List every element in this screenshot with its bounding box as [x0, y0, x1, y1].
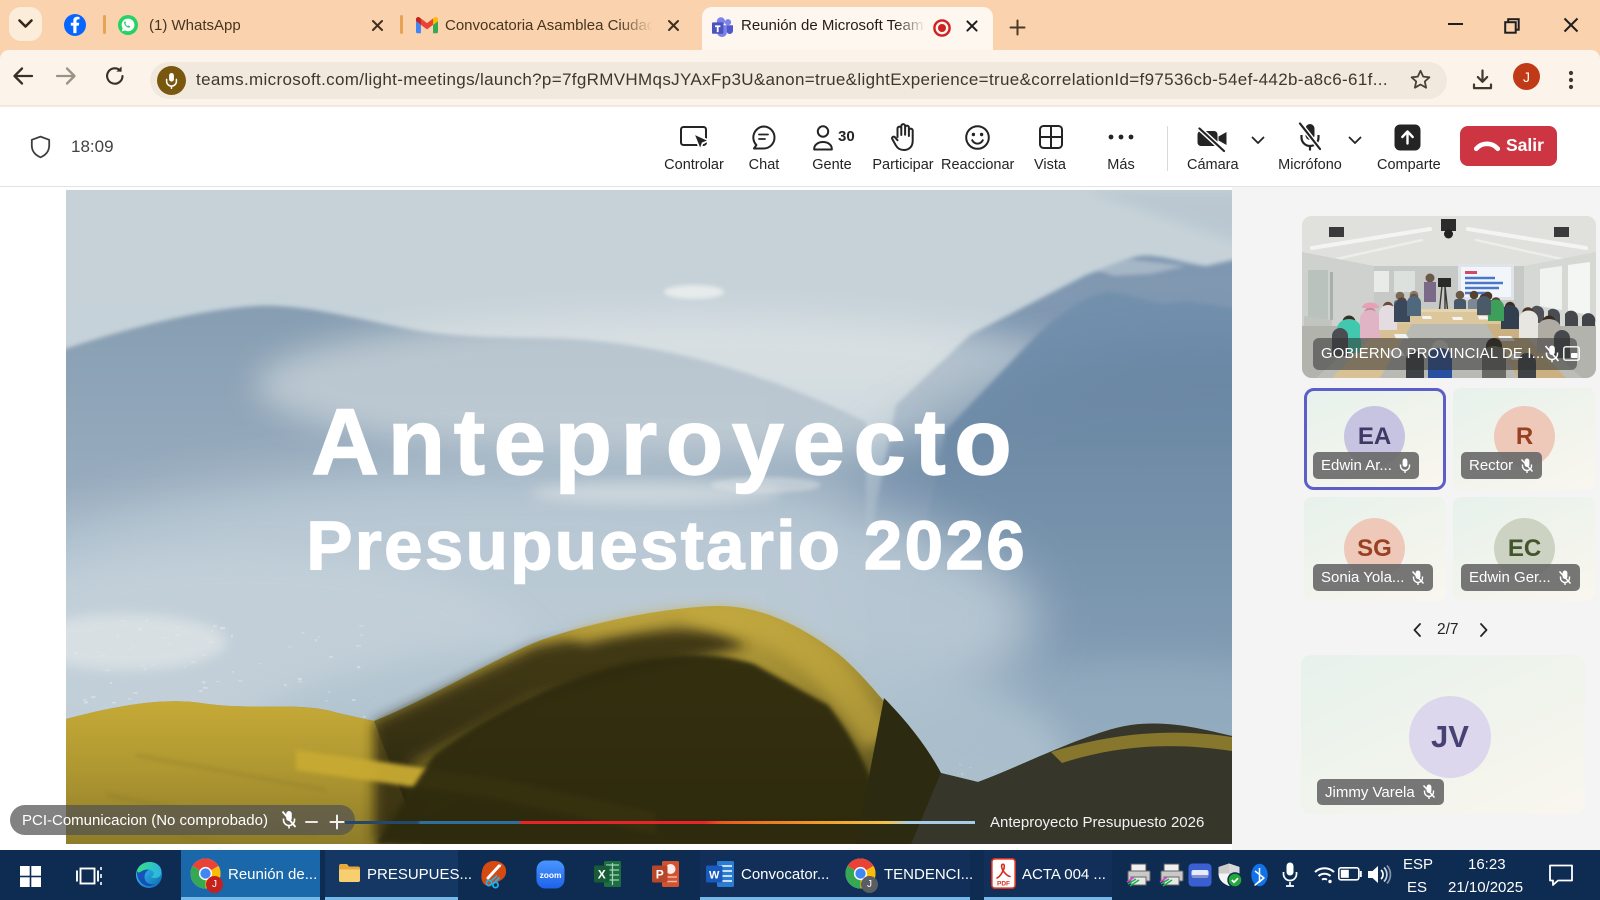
svg-text:W: W [709, 869, 720, 881]
svg-text:PDF: PDF [997, 881, 1010, 888]
svg-text:zoom: zoom [540, 870, 562, 880]
svg-text:P: P [656, 868, 664, 882]
svg-text:X: X [598, 868, 606, 882]
